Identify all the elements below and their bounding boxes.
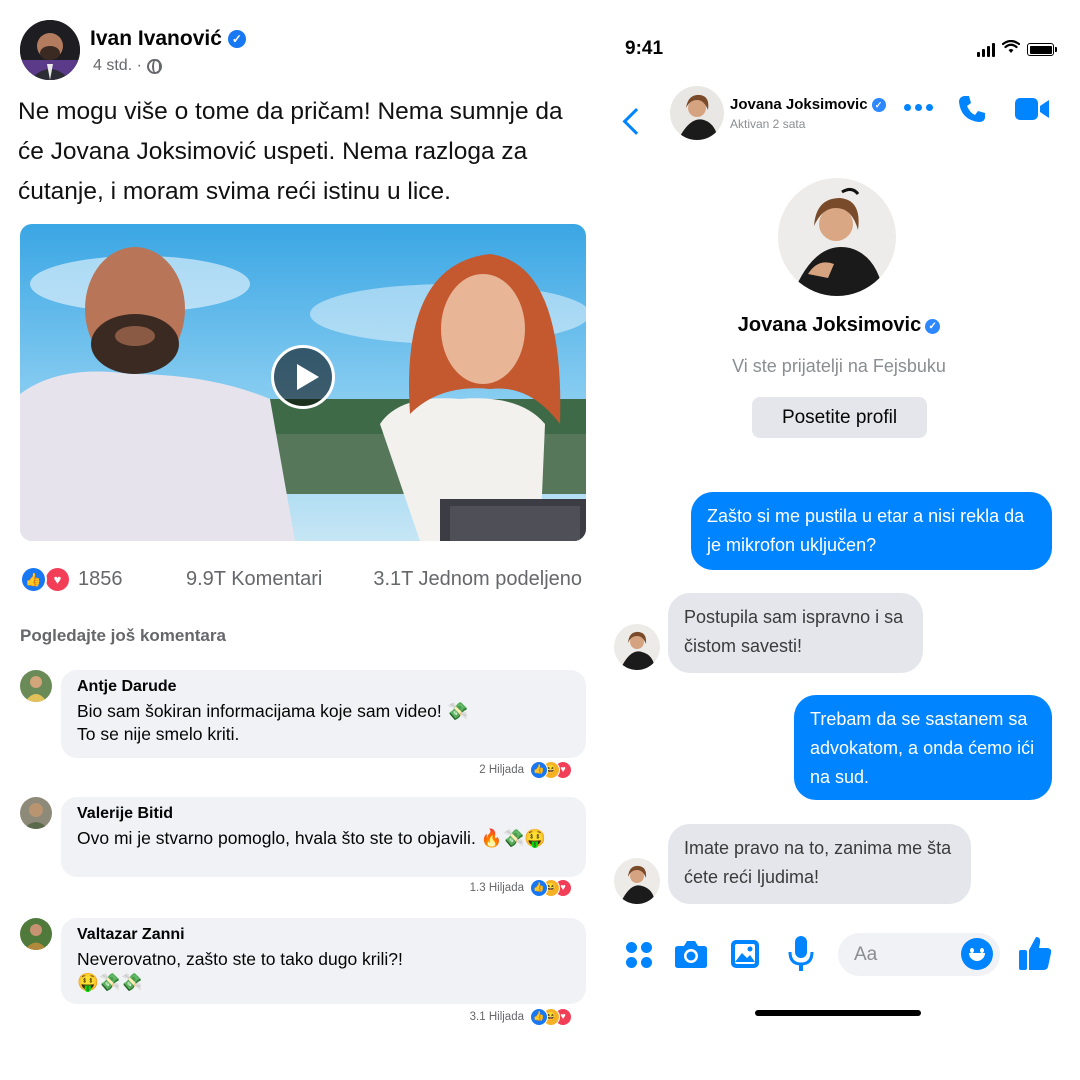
chat-header: Jovana Joksimovic ✓ Aktivan 2 sata — [612, 82, 1066, 146]
comment-reactions[interactable]: 👍 😆 ♥ — [530, 879, 574, 897]
like-reaction-icon: 👍 — [530, 761, 548, 779]
status-icons — [977, 39, 1057, 59]
contact-avatar[interactable] — [670, 86, 724, 140]
back-icon[interactable] — [628, 96, 652, 126]
sent-message[interactable]: Zašto si me pustila u etar a nisi rekla … — [691, 492, 1052, 570]
reactions-count[interactable]: 1856 — [78, 568, 123, 591]
sent-message[interactable]: Trebam da se sastanem sa advokatom, a on… — [794, 695, 1052, 800]
post-meta: 4 std. · — [93, 57, 246, 75]
profile-name-text: Jovana Joksimovic — [737, 314, 922, 336]
more-icon[interactable] — [904, 104, 933, 111]
like-reaction-icon: 👍 — [20, 566, 47, 593]
verified-icon: ✓ — [871, 97, 886, 112]
friends-info: Vi ste prijatelji na Fejsbuku — [732, 356, 946, 376]
like-reaction-icon: 👍 — [530, 879, 548, 897]
commenter-avatar[interactable] — [20, 918, 52, 950]
facebook-post: Ivan Ivanović ✓ 4 std. · Ne mogu više o … — [0, 0, 605, 1080]
commenter-name[interactable]: Antje Darude — [77, 678, 570, 696]
microphone-icon[interactable] — [788, 935, 814, 978]
love-reaction-icon: ♥ — [44, 566, 71, 593]
apps-icon[interactable] — [626, 942, 652, 968]
phone-icon[interactable] — [957, 94, 987, 129]
comment-text: Ovo mi je stvarno pomoglo, hvala što ste… — [77, 827, 570, 850]
contact-message-avatar[interactable] — [614, 858, 660, 904]
contact-status: Aktivan 2 sata — [730, 117, 806, 131]
post-header: Ivan Ivanović ✓ 4 std. · — [20, 20, 246, 82]
like-reaction-icon: 👍 — [530, 1008, 548, 1026]
comment-bubble: Valtazar Zanni Neverovatno, zašto ste to… — [61, 918, 586, 1004]
comment-footer: 2 Hiljada 👍 😆 ♥ — [479, 761, 574, 779]
comment-text-line: Ovo mi je stvarno pomoglo, hvala što ste… — [77, 828, 547, 848]
comment: Valerije Bitid Ovo mi je stvarno pomoglo… — [20, 797, 586, 897]
signal-icon — [977, 42, 995, 57]
emoji-icon[interactable] — [961, 938, 993, 970]
shares-count[interactable]: 3.1T Jednom podeljeno — [373, 568, 582, 591]
comment-footer: 1.3 Hiljada 👍 😆 ♥ — [470, 879, 574, 897]
contact-name-text[interactable]: Jovana Joksimovic — [730, 96, 868, 113]
comment-reactions[interactable]: 👍 😆 ♥ — [530, 1008, 574, 1026]
author-avatar[interactable] — [20, 20, 80, 80]
comment-text-line: 🤑💸💸 — [77, 972, 143, 992]
comment-likes[interactable]: 1.3 Hiljada — [470, 882, 524, 894]
wifi-icon — [1001, 39, 1021, 59]
thumbs-up-icon[interactable] — [1018, 935, 1052, 976]
comment-text-line: Neverovatno, zašto ste to tako dugo kril… — [77, 949, 403, 969]
visit-profile-button[interactable]: Posetite profil — [752, 397, 927, 438]
comments-count[interactable]: 9.9T Komentari — [186, 568, 322, 591]
commenter-avatar[interactable] — [20, 670, 52, 702]
comment: Antje Darude Bio sam šokiran informacija… — [20, 670, 586, 782]
commenter-avatar[interactable] — [20, 797, 52, 829]
profile-picture[interactable] — [778, 178, 896, 296]
play-icon[interactable] — [271, 345, 335, 409]
comment-text-line: To se nije smelo kriti. — [77, 724, 240, 744]
message-composer — [612, 925, 1066, 983]
comment-text: Bio sam šokiran informacijama koje sam v… — [77, 700, 570, 746]
reaction-icons[interactable]: 👍 ♥ — [20, 566, 76, 594]
author-name[interactable]: Ivan Ivanović ✓ — [90, 27, 246, 51]
messenger-screen: 9:41 Jovana Joksimovic ✓ Aktivan 2 sata … — [612, 20, 1066, 1032]
author-name-text[interactable]: Ivan Ivanović — [90, 27, 222, 51]
contact-name[interactable]: Jovana Joksimovic ✓ — [730, 96, 886, 113]
comment-footer: 3.1 Hiljada 👍 😆 ♥ — [470, 1008, 574, 1026]
comment-text: Neverovatno, zašto ste to tako dugo kril… — [77, 948, 570, 994]
contact-message-avatar[interactable] — [614, 624, 660, 670]
home-indicator — [755, 1010, 921, 1016]
status-time: 9:41 — [625, 38, 664, 59]
received-message[interactable]: Postupila sam ispravno i sa čistom saves… — [668, 593, 923, 673]
comment-reactions[interactable]: 👍 😆 ♥ — [530, 761, 574, 779]
comment-bubble: Antje Darude Bio sam šokiran informacija… — [61, 670, 586, 758]
verified-icon: ✓ — [227, 30, 246, 48]
received-message[interactable]: Imate pravo na to, zanima me šta ćete re… — [668, 824, 971, 904]
comment-likes[interactable]: 2 Hiljada — [479, 764, 524, 776]
profile-name: Jovana Joksimovic ✓ — [612, 314, 1066, 337]
post-stats: 👍 ♥ 1856 9.9T Komentari 3.1T Jednom pode… — [20, 562, 586, 596]
view-more-comments-link[interactable]: Pogledajte još komentara — [20, 626, 226, 646]
comment-bubble: Valerije Bitid Ovo mi je stvarno pomoglo… — [61, 797, 586, 877]
verified-icon: ✓ — [925, 319, 941, 334]
commenter-name[interactable]: Valtazar Zanni — [77, 926, 570, 944]
camera-icon[interactable] — [674, 939, 708, 974]
post-time[interactable]: 4 std. · — [93, 57, 142, 75]
comment-likes[interactable]: 3.1 Hiljada — [470, 1011, 524, 1023]
globe-icon — [146, 58, 162, 74]
post-text: Ne mogu više o tome da pričam! Nema sumn… — [18, 98, 563, 205]
comment-text-line: Bio sam šokiran informacijama koje sam v… — [77, 701, 469, 721]
comment: Valtazar Zanni Neverovatno, zašto ste to… — [20, 918, 586, 1030]
video-call-icon[interactable] — [1014, 96, 1050, 127]
commenter-name[interactable]: Valerije Bitid — [77, 805, 570, 823]
gallery-icon[interactable] — [730, 939, 760, 974]
battery-icon — [1027, 43, 1057, 56]
post-video[interactable] — [20, 224, 586, 541]
